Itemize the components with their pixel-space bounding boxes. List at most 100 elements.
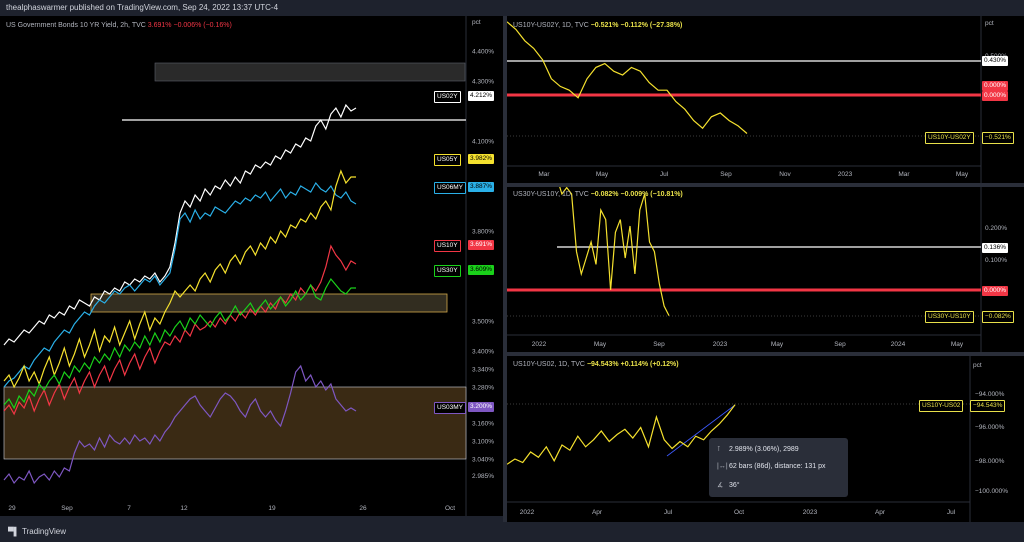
- label-value-us02y: 4.212%: [468, 91, 495, 101]
- p2-x-tick-label: May: [951, 341, 964, 348]
- p1-x-tick-label: Mar: [898, 171, 910, 178]
- p2-y-tick-label: 0.200%: [985, 225, 1007, 232]
- p2-x-tick-label: 2024: [891, 341, 906, 348]
- label-value-us30y: 3.609%: [468, 265, 495, 275]
- p2-x-tick-label: May: [594, 341, 607, 348]
- p1-x-tick-label: Sep: [720, 171, 732, 178]
- label-name-us02y: US02Y: [434, 91, 461, 103]
- p3-y-tick-label: −96.000%: [975, 424, 1005, 431]
- main-title-change: −0.006% (−0.16%): [173, 22, 232, 29]
- p1-x-tick-label: 2023: [838, 171, 853, 178]
- p3-y-tick-label: −94.000%: [975, 391, 1005, 398]
- main-x-tick-label: 12: [180, 505, 188, 512]
- p3-last-value: −94.543%: [970, 400, 1006, 412]
- p3-x-tick-label: Jul: [664, 509, 673, 516]
- p2-title-value: −0.082%: [590, 191, 619, 198]
- spread-chart-2[interactable]: 0.200% 0.100% 2022 May Sep 2023 May Sep 2024 May: [507, 187, 1024, 352]
- main-zone-lower: [3, 386, 467, 460]
- p2-x-tick-label: Sep: [653, 341, 665, 348]
- p2-last-value: −0.082%: [982, 311, 1014, 323]
- footer-brand[interactable]: TradingView: [22, 522, 66, 542]
- main-axis-unit: pct: [472, 19, 481, 26]
- p1-title-change: −0.112% (−27.38%): [620, 22, 683, 29]
- main-y-tick-label: 3.400%: [472, 349, 494, 356]
- spread-chart-2-panel[interactable]: 0.200% 0.100% 2022 May Sep 2023 May Sep 2024 May …: [507, 187, 1024, 352]
- main-chart-panel[interactable]: 4.400% 4.300% 4.100% 3.800% 3.500% 3.400% 3.34…: [0, 16, 503, 516]
- series-line-us05y: [3, 169, 356, 389]
- main-x-tick-label: 29: [8, 505, 16, 512]
- p3-y-tick-label: −100.000%: [975, 488, 1008, 495]
- p3-x-tick-label: Apr: [592, 509, 603, 516]
- p1-x-tick-label: Mar: [538, 171, 550, 178]
- p1-x-tick-label: May: [596, 171, 609, 178]
- main-y-tick-label: 4.400%: [472, 49, 494, 56]
- main-y-tick-label: 3.280%: [472, 385, 494, 392]
- spread-chart-1-title: US10Y-US02Y, 1D, TVC −0.521% −0.112% (−2…: [513, 22, 682, 29]
- p1-title-value: −0.521%: [590, 22, 619, 29]
- publish-header: thealphaswarmer published on TradingView…: [0, 0, 1024, 16]
- p3-last-name: US10Y-US02: [919, 400, 964, 412]
- p2-series-line: [559, 187, 670, 316]
- p1-series-line: [507, 21, 748, 134]
- measure-row-angle: ∡ 36°: [717, 481, 740, 489]
- p3-axis-unit: pct: [973, 362, 982, 369]
- p3-x-tick-label: 2022: [520, 509, 535, 516]
- measure-angle-text: 36°: [729, 482, 740, 489]
- p1-last-name: US10Y-US02Y: [925, 132, 974, 144]
- publish-header-text: thealphaswarmer published on TradingView…: [6, 3, 279, 12]
- label-value-us05y: 3.982%: [468, 154, 495, 164]
- main-x-tick-label: 19: [268, 505, 276, 512]
- main-y-tick-label: 3.800%: [472, 229, 494, 236]
- label-value-us10y: 3.691%: [468, 240, 495, 250]
- p2-title-text: US30Y-US10Y, 1D, TVC: [513, 191, 589, 198]
- p1-x-tick-label: May: [956, 171, 969, 178]
- measure-bars-text: 62 bars (86d), distance: 131 px: [729, 463, 826, 470]
- label-name-us30y: US30Y: [434, 265, 461, 277]
- p2-last-name: US30Y-US10Y: [925, 311, 974, 323]
- angle-icon: ∡: [717, 482, 724, 489]
- p1-title-text: US10Y-US02Y, 1D, TVC: [513, 22, 589, 29]
- label-name-us10y: US10Y: [434, 240, 461, 252]
- measure-tooltip: ⊺ 2.989% (3.06%), 2989 |↔|62 bars (86d), …: [709, 438, 848, 497]
- main-x-tick-label: Sep: [61, 505, 73, 512]
- p2-badge-white: 0.136%: [982, 243, 1009, 253]
- tradingview-logo-icon: ▀▌: [8, 527, 20, 536]
- main-zone-middle: [90, 293, 448, 313]
- main-chart-title: US Government Bonds 10 YR Yield, 2h, TVC…: [6, 22, 232, 29]
- p3-title-value: −94.543%: [586, 361, 619, 368]
- main-y-tick-label: 3.100%: [472, 439, 494, 446]
- p2-x-tick-label: 2022: [532, 341, 547, 348]
- p2-y-tick-label: 0.100%: [985, 257, 1007, 264]
- p1-x-tick-label: Nov: [779, 171, 791, 178]
- spread-chart-2-title: US30Y-US10Y, 1D, TVC −0.082% −0.009% (−1…: [513, 191, 683, 198]
- measure-row-price: ⊺ 2.989% (3.06%), 2989: [717, 445, 799, 453]
- p3-x-tick-label: Jul: [947, 509, 956, 516]
- p1-badge-red-2: 0.000%: [982, 91, 1009, 101]
- p1-badge-red-1: 0.000%: [982, 81, 1009, 91]
- p1-last-value: −0.521%: [982, 132, 1014, 144]
- main-chart[interactable]: 4.400% 4.300% 4.100% 3.800% 3.500% 3.400% 3.34…: [0, 16, 503, 516]
- main-y-tick-label: 2.985%: [472, 473, 494, 480]
- label-name-us03my: US03MY: [434, 402, 467, 414]
- p3-y-tick-label: −98.000%: [975, 458, 1005, 465]
- bars-range-icon: |↔|: [717, 463, 728, 470]
- p1-axis-unit: pct: [985, 20, 994, 27]
- main-title-text: US Government Bonds 10 YR Yield, 2h, TVC: [6, 22, 146, 29]
- spread-chart-1[interactable]: 0.500%MarMayJulSepNov2023MarMay: [507, 16, 1024, 183]
- main-x-tick-label: 26: [359, 505, 367, 512]
- main-y-tick-label: 4.100%: [472, 139, 494, 146]
- spread-chart-1-panel[interactable]: 0.500%MarMayJulSepNov2023MarMay US10Y-US…: [507, 16, 1024, 183]
- main-y-tick-label: 3.040%: [472, 457, 494, 464]
- main-zone-upper: [154, 62, 466, 82]
- p3-x-tick-label: Oct: [734, 509, 744, 516]
- p2-x-tick-label: Sep: [834, 341, 846, 348]
- main-x-tick-label: Oct: [445, 505, 455, 512]
- spread-chart-3-title: US10Y-US02, 1D, TVC −94.543% +0.114% (+0…: [513, 361, 679, 368]
- p3-x-tick-label: 2023: [803, 509, 818, 516]
- main-y-tick-label: 3.340%: [472, 367, 494, 374]
- footer: ▀▌ TradingView: [0, 522, 1024, 542]
- label-name-us05y: US05Y: [434, 154, 461, 166]
- p1-badge-white: 0.430%: [982, 56, 1009, 66]
- main-title-value: 3.691%: [147, 22, 172, 29]
- p3-series-line: [507, 404, 736, 465]
